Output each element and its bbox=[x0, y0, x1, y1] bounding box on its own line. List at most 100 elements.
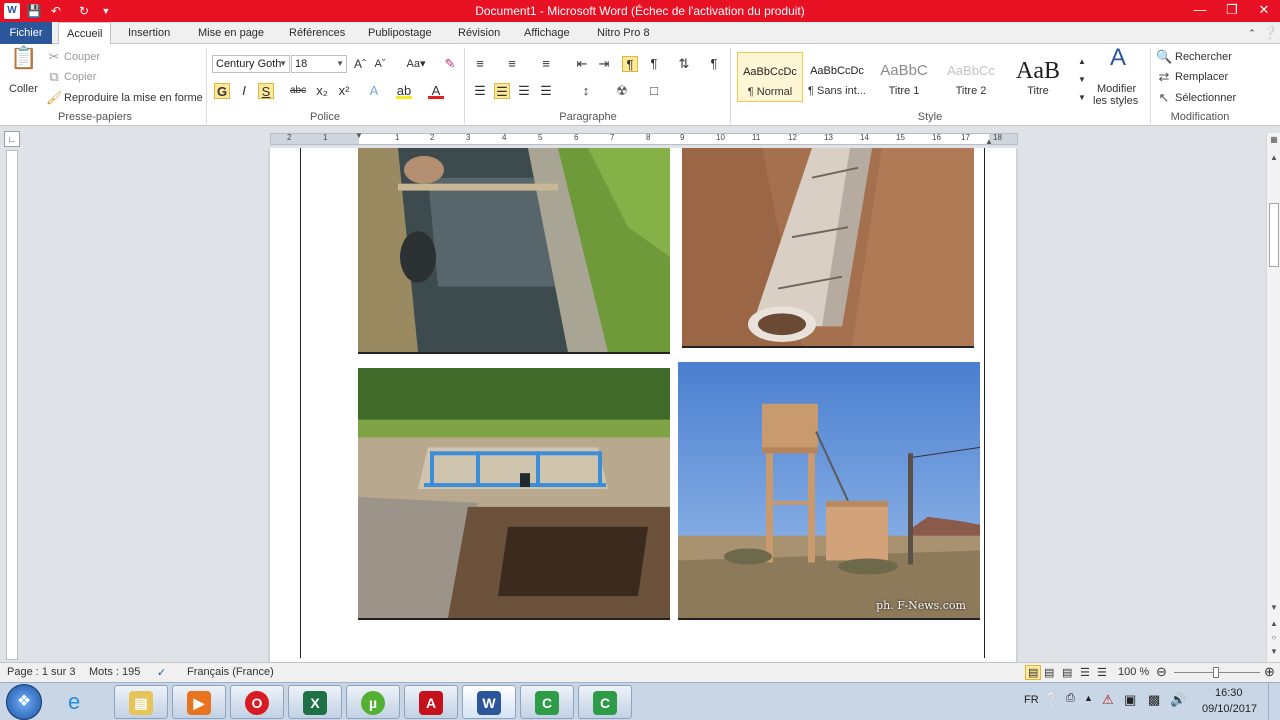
underline-button[interactable]: S bbox=[258, 83, 274, 99]
font-size-select[interactable]: 18 ▼ bbox=[291, 55, 347, 73]
rtl-direction-icon[interactable]: ¶ bbox=[646, 56, 662, 72]
tab-selector-icon[interactable]: ∟ bbox=[4, 131, 20, 147]
taskbar-acrobat[interactable]: A bbox=[404, 685, 458, 719]
tab-accueil[interactable]: Accueil bbox=[58, 22, 112, 45]
bold-button[interactable]: G bbox=[214, 83, 230, 99]
style-normal[interactable]: AaBbCcDc ¶ Normal bbox=[737, 52, 803, 102]
change-styles-label-1[interactable]: Modifier bbox=[1097, 83, 1136, 95]
change-styles-icon[interactable]: A bbox=[1104, 46, 1132, 78]
show-hidden-icons-icon[interactable]: ▲ bbox=[1084, 693, 1093, 703]
tab-publipostage[interactable]: Publipostage bbox=[360, 22, 440, 44]
zoom-level[interactable]: 100 % bbox=[1118, 666, 1149, 678]
multilevel-list-icon[interactable]: ≡ bbox=[538, 56, 554, 72]
line-spacing-icon[interactable]: ↕ bbox=[578, 83, 594, 99]
network-tray-icon[interactable]: ▣ bbox=[1124, 692, 1136, 708]
font-family-select[interactable]: Century Goth ▼ bbox=[212, 55, 290, 73]
cut-button[interactable]: Couper bbox=[64, 51, 100, 63]
zoom-out-icon[interactable]: ⊖ bbox=[1156, 664, 1167, 680]
photo-pipe-trench[interactable] bbox=[682, 148, 974, 348]
ruler-toggle-icon[interactable]: ▦ bbox=[1267, 135, 1280, 147]
select-icon[interactable]: ↖ bbox=[1156, 90, 1172, 106]
previous-page-icon[interactable]: ▲ bbox=[1267, 619, 1280, 631]
change-styles-label-2[interactable]: les styles bbox=[1093, 95, 1138, 107]
right-indent-marker-icon[interactable]: ▲ bbox=[985, 137, 993, 146]
bullets-icon[interactable]: ≡ bbox=[472, 56, 488, 72]
styles-scroll-down-icon[interactable]: ▼ bbox=[1074, 72, 1090, 88]
replace-icon[interactable]: ⇄ bbox=[1156, 69, 1172, 85]
restore-icon[interactable]: ❐ bbox=[1216, 0, 1248, 22]
browse-object-icon[interactable]: ○ bbox=[1267, 633, 1280, 645]
horizontal-ruler[interactable]: 2 1 1 2 3 4 5 6 7 8 9 10 11 12 13 14 15 … bbox=[270, 131, 1018, 146]
tab-affichage[interactable]: Affichage bbox=[516, 22, 578, 44]
copy-button[interactable]: Copier bbox=[64, 71, 96, 83]
help-icon[interactable]: ❔ bbox=[1262, 25, 1278, 41]
minimize-icon[interactable]: — bbox=[1184, 0, 1216, 22]
taskbar-camtasia-recorder[interactable]: C bbox=[578, 685, 632, 719]
language-bar-icon[interactable]: ⎙ bbox=[1066, 692, 1075, 705]
highlight-icon[interactable]: ab bbox=[396, 83, 412, 99]
vertical-scrollbar[interactable]: ▦ ▲ ▼ ▲ ○ ▼ bbox=[1266, 133, 1280, 662]
font-color-icon[interactable]: A bbox=[428, 83, 444, 99]
zoom-in-icon[interactable]: ⊕ bbox=[1264, 664, 1275, 680]
tab-references[interactable]: Références bbox=[281, 22, 353, 44]
tab-file[interactable]: Fichier bbox=[0, 22, 52, 44]
change-case-icon[interactable]: Aa▾ bbox=[404, 56, 428, 72]
web-layout-icon[interactable]: ▤ bbox=[1062, 666, 1072, 679]
word-count[interactable]: Mots : 195 bbox=[89, 666, 140, 678]
decrease-indent-icon[interactable]: ⇤ bbox=[574, 56, 590, 72]
document-page[interactable]: ph. F-News.com bbox=[270, 148, 1016, 662]
taskbar-media-player[interactable]: ▶ bbox=[172, 685, 226, 719]
taskbar-camtasia[interactable]: C bbox=[520, 685, 574, 719]
style-title[interactable]: AaB Titre bbox=[1005, 52, 1071, 102]
vertical-ruler[interactable] bbox=[6, 150, 18, 660]
justify-icon[interactable]: ☰ bbox=[538, 83, 554, 99]
power-tray-icon[interactable]: ▩ bbox=[1148, 692, 1160, 708]
draft-icon[interactable]: ☰ bbox=[1097, 666, 1107, 679]
shrink-font-icon[interactable]: Aˇ bbox=[372, 56, 388, 72]
document-area[interactable]: ph. F-News.com bbox=[22, 148, 1264, 662]
style-heading-2[interactable]: AaBbCc Titre 2 bbox=[938, 52, 1004, 102]
format-painter-button[interactable]: Reproduire la mise en forme bbox=[64, 92, 203, 104]
collapse-ribbon-icon[interactable]: ⌃ bbox=[1244, 25, 1260, 41]
zoom-slider-thumb[interactable] bbox=[1213, 667, 1219, 678]
start-button[interactable]: ❖ bbox=[6, 684, 42, 720]
close-icon[interactable]: ✕ bbox=[1248, 0, 1280, 22]
taskbar-excel[interactable]: X bbox=[288, 685, 342, 719]
tab-revision[interactable]: Révision bbox=[450, 22, 508, 44]
paste-icon[interactable]: 📋 bbox=[10, 47, 37, 80]
align-left-icon[interactable]: ☰ bbox=[472, 83, 488, 99]
subscript-icon[interactable]: x₂ bbox=[314, 83, 330, 99]
full-screen-reading-icon[interactable]: ▤ bbox=[1044, 666, 1054, 679]
security-tray-icon[interactable]: ⚠ bbox=[1102, 692, 1114, 708]
cut-icon[interactable]: ✂ bbox=[46, 49, 62, 65]
select-button[interactable]: Sélectionner bbox=[1175, 92, 1236, 104]
find-button[interactable]: Rechercher bbox=[1175, 51, 1232, 63]
paste-button[interactable]: Coller bbox=[9, 83, 38, 95]
clock-date[interactable]: 09/10/2017 bbox=[1202, 703, 1257, 715]
replace-button[interactable]: Remplacer bbox=[1175, 71, 1228, 83]
style-no-spacing[interactable]: AaBbCcDc ¶ Sans int... bbox=[804, 52, 870, 102]
photo-irrigation-canal[interactable] bbox=[358, 148, 670, 354]
copy-icon[interactable]: ⧉ bbox=[46, 69, 62, 85]
shading-icon[interactable]: ☢ bbox=[614, 83, 630, 99]
scrollbar-thumb[interactable] bbox=[1269, 203, 1279, 267]
taskbar-utorrent[interactable]: µ bbox=[346, 685, 400, 719]
outline-icon[interactable]: ☰ bbox=[1080, 666, 1090, 679]
input-language[interactable]: FR bbox=[1024, 694, 1039, 706]
tab-insertion[interactable]: Insertion bbox=[120, 22, 178, 44]
tab-mise-en-page[interactable]: Mise en page bbox=[190, 22, 272, 44]
taskbar-opera[interactable]: O bbox=[230, 685, 284, 719]
increase-indent-icon[interactable]: ⇥ bbox=[596, 56, 612, 72]
page-count[interactable]: Page : 1 sur 3 bbox=[7, 666, 76, 678]
find-icon[interactable]: 🔍 bbox=[1156, 49, 1172, 65]
scroll-up-icon[interactable]: ▲ bbox=[1267, 153, 1280, 165]
styles-more-icon[interactable]: ▼ bbox=[1074, 90, 1090, 106]
taskbar-word[interactable]: W bbox=[462, 685, 516, 719]
sort-icon[interactable]: ⇅ bbox=[676, 56, 692, 72]
format-painter-icon[interactable]: 🖌 bbox=[46, 90, 63, 106]
style-heading-1[interactable]: AaBbC Titre 1 bbox=[871, 52, 937, 102]
volume-tray-icon[interactable]: 🔊 bbox=[1170, 692, 1186, 708]
proofing-icon[interactable]: ✓ bbox=[157, 666, 166, 679]
photo-water-tower[interactable]: ph. F-News.com bbox=[678, 362, 980, 620]
clock-time[interactable]: 16:30 bbox=[1215, 687, 1243, 699]
